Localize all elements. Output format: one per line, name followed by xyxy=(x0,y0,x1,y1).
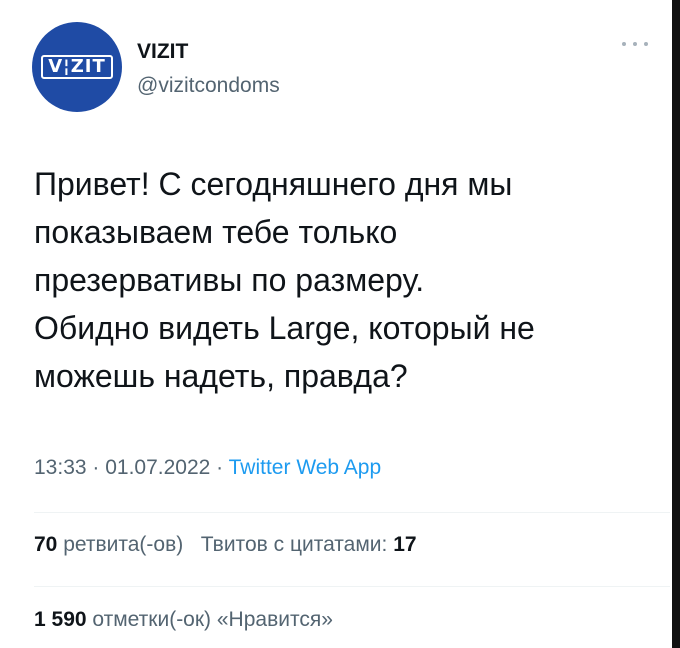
divider xyxy=(34,512,670,513)
more-horizontal-icon[interactable] xyxy=(622,39,648,49)
retweets-count: 70 xyxy=(34,533,58,556)
like-stats: 1 590 отметки(-ок) «Нравится» xyxy=(34,608,333,632)
divider xyxy=(34,586,670,587)
dot xyxy=(633,42,637,46)
quotes-link[interactable]: Твитов с цитатами: 17 xyxy=(201,533,417,556)
tweet-card: V¦ZIT VIZIT @vizitcondoms Привет! С сего… xyxy=(0,0,680,648)
quotes-label: Твитов с цитатами: xyxy=(200,533,388,556)
tweet-time[interactable]: 13:33 xyxy=(34,456,87,479)
tweet-meta: 13:33 · 01.07.2022 · Twitter Web App xyxy=(34,456,381,480)
avatar[interactable]: V¦ZIT xyxy=(32,22,122,112)
vizit-logo: V¦ZIT xyxy=(41,55,113,79)
quotes-count: 17 xyxy=(393,533,417,556)
window-edge xyxy=(672,0,680,648)
tweet-date[interactable]: 01.07.2022 xyxy=(105,456,210,479)
dot xyxy=(622,42,626,46)
likes-count: 1 590 xyxy=(34,608,87,631)
author-display-name[interactable]: VIZIT xyxy=(137,40,188,64)
author-handle[interactable]: @vizitcondoms xyxy=(137,74,280,98)
dot xyxy=(644,42,648,46)
tweet-text: Привет! С сегодняшнего дня мы показываем… xyxy=(34,166,535,394)
retweet-stats: 70 ретвита(-ов) Твитов с цитатами: 17 xyxy=(34,533,417,557)
meta-separator: · xyxy=(210,456,229,479)
likes-link[interactable]: 1 590 отметки(-ок) «Нравится» xyxy=(34,608,333,631)
likes-label: отметки(-ок) «Нравится» xyxy=(92,608,333,631)
meta-separator: · xyxy=(86,456,106,479)
retweets-label: ретвита(-ов) xyxy=(63,533,184,556)
retweets-link[interactable]: 70 ретвита(-ов) xyxy=(34,533,183,556)
tweet-source-link[interactable]: Twitter Web App xyxy=(229,456,382,479)
